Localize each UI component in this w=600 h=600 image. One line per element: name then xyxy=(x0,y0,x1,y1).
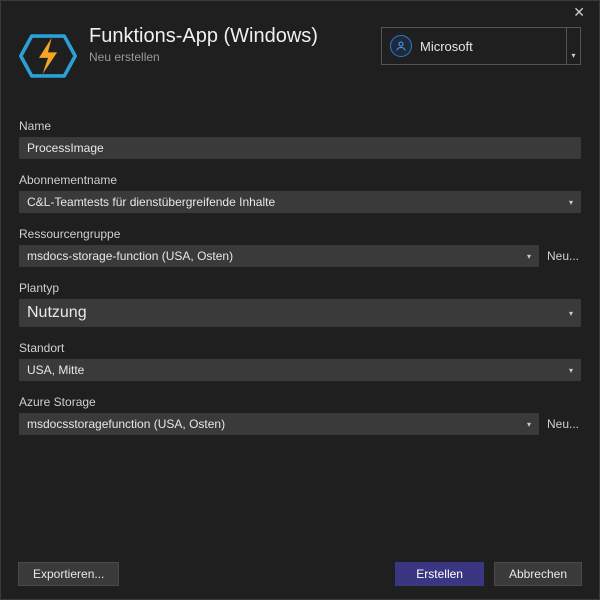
location-value: USA, Mitte xyxy=(27,363,84,377)
chevron-down-icon: ▾ xyxy=(527,420,531,429)
create-button[interactable]: Erstellen xyxy=(395,562,484,586)
dialog-title: Funktions-App (Windows) xyxy=(89,25,381,48)
chevron-down-icon: ▾ xyxy=(527,252,531,261)
dialog-header: Funktions-App (Windows) Neu erstellen Mi… xyxy=(1,23,599,95)
cancel-button[interactable]: Abbrechen xyxy=(494,562,582,586)
close-icon[interactable]: ✕ xyxy=(567,4,591,21)
resourcegroup-value: msdocs-storage-function (USA, Osten) xyxy=(27,249,233,263)
storage-label: Azure Storage xyxy=(19,395,581,409)
resourcegroup-select[interactable]: msdocs-storage-function (USA, Osten) ▾ xyxy=(19,245,539,267)
plantype-label: Plantyp xyxy=(19,281,581,295)
chevron-down-icon: ▾ xyxy=(569,366,573,375)
location-select[interactable]: USA, Mitte ▾ xyxy=(19,359,581,381)
account-name: Microsoft xyxy=(420,39,473,54)
name-input[interactable] xyxy=(19,137,581,159)
storage-select[interactable]: msdocsstoragefunction (USA, Osten) ▾ xyxy=(19,413,539,435)
plantype-select[interactable]: Nutzung ▾ xyxy=(19,299,581,327)
resourcegroup-new-link[interactable]: Neu... xyxy=(545,245,581,267)
subscription-value: C&L-Teamtests für dienstübergreifende In… xyxy=(27,195,275,209)
subscription-select[interactable]: C&L-Teamtests für dienstübergreifende In… xyxy=(19,191,581,213)
storage-new-link[interactable]: Neu... xyxy=(545,413,581,435)
dialog-footer: Exportieren... Erstellen Abbrechen xyxy=(0,548,600,600)
subscription-label: Abonnementname xyxy=(19,173,581,187)
dialog-subtitle: Neu erstellen xyxy=(89,50,381,64)
resourcegroup-label: Ressourcengruppe xyxy=(19,227,581,241)
location-label: Standort xyxy=(19,341,581,355)
functions-logo-icon xyxy=(19,27,77,85)
account-selector[interactable]: Microsoft ▾ xyxy=(381,27,581,65)
name-label: Name xyxy=(19,119,581,133)
export-button[interactable]: Exportieren... xyxy=(18,562,119,586)
chevron-down-icon: ▾ xyxy=(566,28,580,64)
chevron-down-icon: ▾ xyxy=(569,309,573,318)
chevron-down-icon: ▾ xyxy=(569,198,573,207)
storage-value: msdocsstoragefunction (USA, Osten) xyxy=(27,417,225,431)
user-icon xyxy=(390,35,412,57)
plantype-value: Nutzung xyxy=(27,304,87,322)
